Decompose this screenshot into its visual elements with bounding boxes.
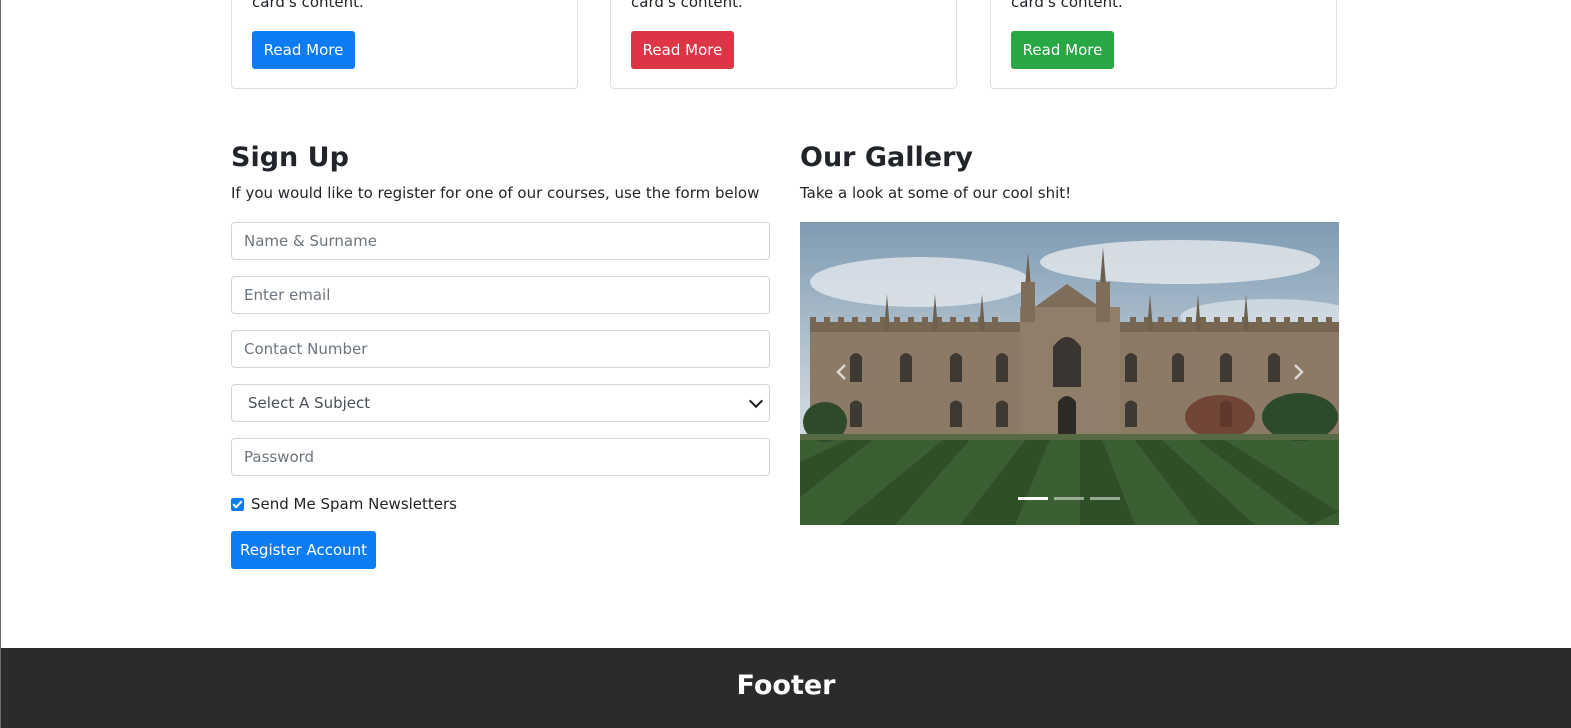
- carousel-prev-icon[interactable]: [832, 362, 852, 382]
- newsletter-checkbox[interactable]: [231, 497, 244, 511]
- carousel-indicator[interactable]: [1018, 497, 1048, 500]
- carousel-indicator[interactable]: [1090, 497, 1120, 500]
- subject-select-value: Select A Subject: [248, 394, 371, 412]
- carousel-next-icon[interactable]: [1288, 362, 1308, 382]
- carousel-indicators: [1018, 497, 1120, 500]
- card-3: card's content. Read More: [990, 0, 1337, 89]
- footer: Footer: [1, 648, 1571, 728]
- card-text: card's content.: [631, 0, 743, 11]
- register-account-button[interactable]: Register Account: [231, 531, 376, 569]
- name-input[interactable]: [231, 222, 770, 260]
- newsletter-label[interactable]: Send Me Spam Newsletters: [251, 495, 457, 513]
- signup-title: Sign Up: [231, 142, 349, 173]
- card-1: card's content. Read More: [231, 0, 578, 89]
- footer-title: Footer: [736, 670, 836, 701]
- subject-select[interactable]: Select A Subject: [231, 384, 770, 422]
- gallery-title: Our Gallery: [800, 142, 974, 173]
- read-more-button[interactable]: Read More: [252, 31, 355, 69]
- card-text: card's content.: [252, 0, 364, 11]
- chevron-down-icon: [748, 393, 764, 409]
- contact-number-input[interactable]: [231, 330, 770, 368]
- card-text: card's content.: [1011, 0, 1123, 11]
- signup-subtitle: If you would like to register for one of…: [231, 184, 760, 202]
- carousel-indicator[interactable]: [1054, 497, 1084, 500]
- read-more-button[interactable]: Read More: [631, 31, 734, 69]
- password-input[interactable]: [231, 438, 770, 476]
- read-more-button[interactable]: Read More: [1011, 31, 1114, 69]
- carousel-image: [800, 222, 1339, 525]
- email-input[interactable]: [231, 276, 770, 314]
- newsletter-option: Send Me Spam Newsletters: [231, 495, 457, 513]
- gallery-subtitle: Take a look at some of our cool shit!: [800, 184, 1072, 202]
- card-2: card's content. Read More: [610, 0, 957, 89]
- gallery-carousel: [800, 222, 1339, 525]
